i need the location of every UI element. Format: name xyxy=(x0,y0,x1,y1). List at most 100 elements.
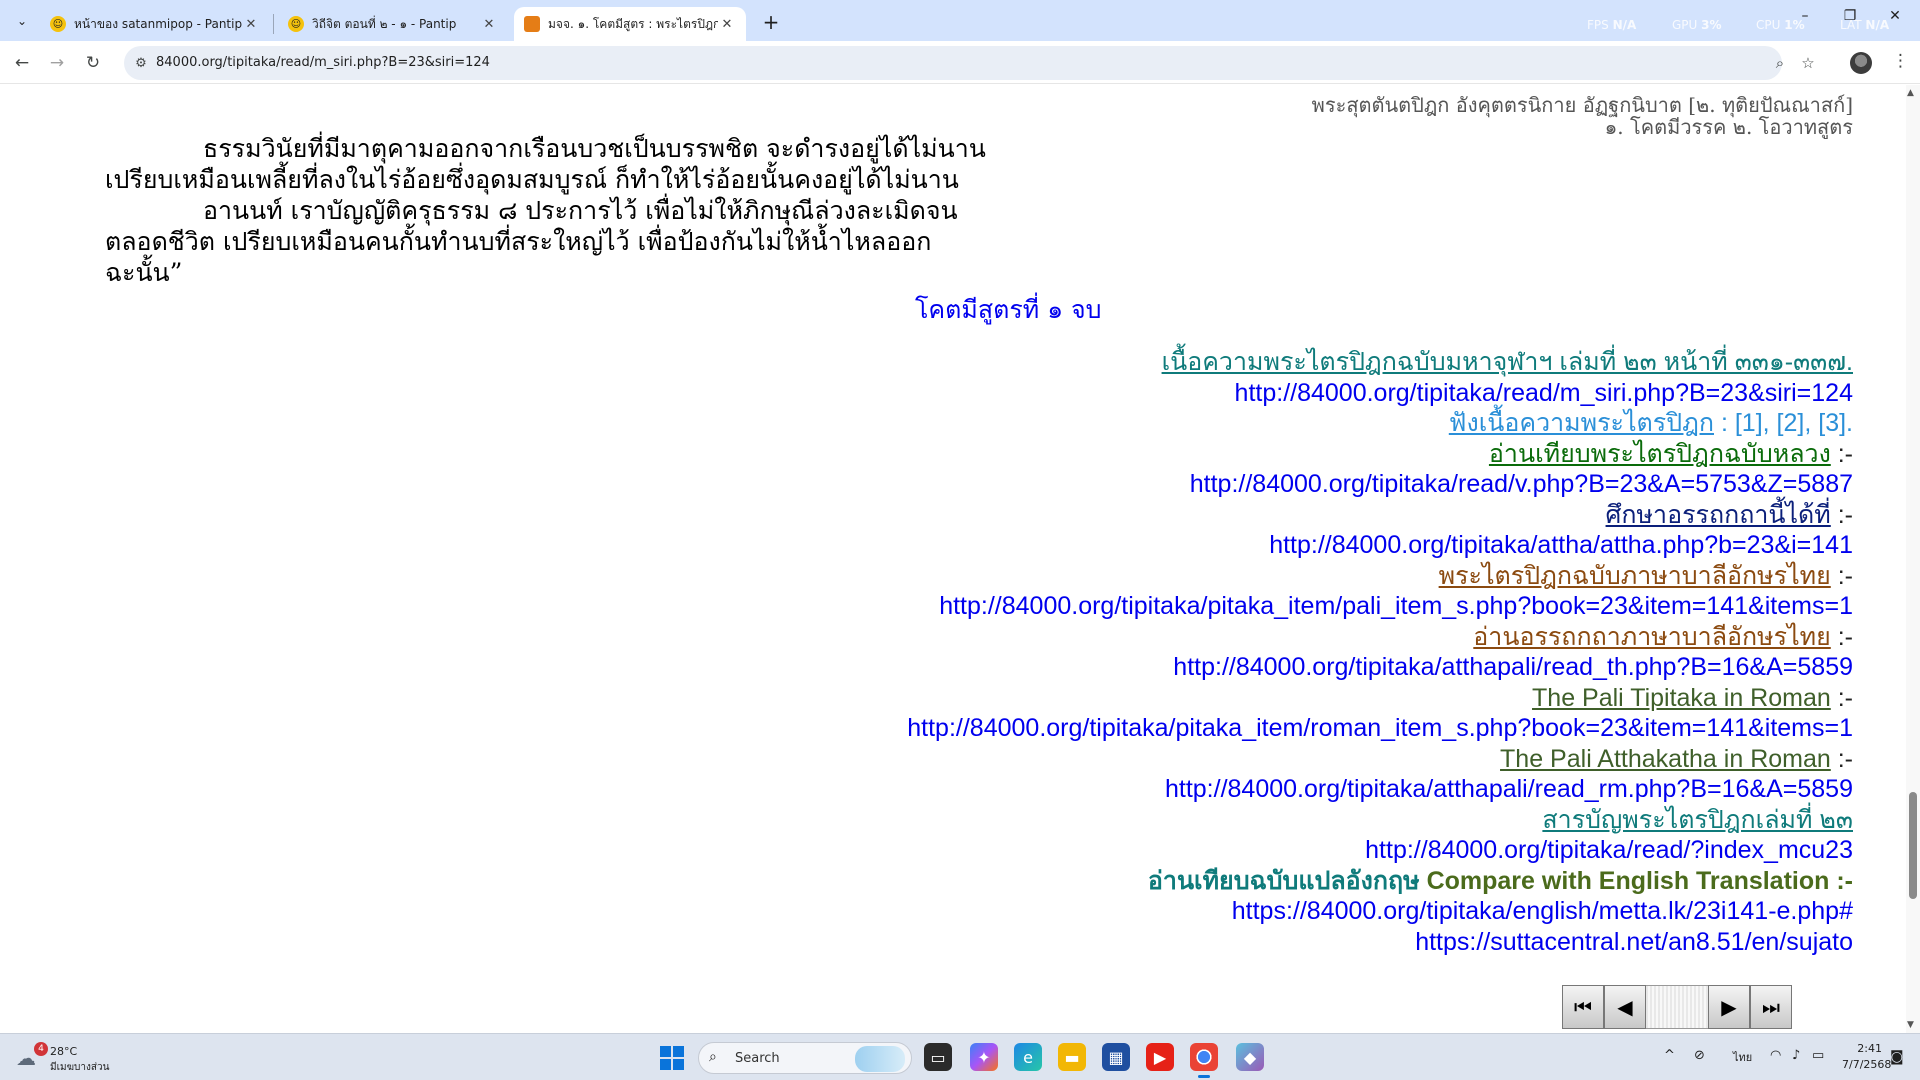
browser-menu-icon[interactable]: ⋮ xyxy=(1892,51,1909,71)
forward-button[interactable]: → xyxy=(43,49,71,77)
windows-start-icon[interactable] xyxy=(660,1046,684,1070)
pali-thai-url[interactable]: http://84000.org/tipitaka/pitaka_item/pa… xyxy=(939,592,1853,620)
pali-thai-link[interactable]: พระไตรปิฎกฉบับภาษาบาลีอักษรไทย xyxy=(1439,562,1831,590)
app-icon[interactable]: ◆ xyxy=(1236,1043,1264,1071)
url-text[interactable]: 84000.org/tipitaka/read/m_siri.php?B=23&… xyxy=(156,55,490,70)
toc-url[interactable]: http://84000.org/tipitaka/read/?index_mc… xyxy=(1365,836,1853,864)
close-icon[interactable]: ✕ xyxy=(242,17,260,32)
edge-icon[interactable]: e xyxy=(1014,1043,1042,1071)
tray-chevron-icon[interactable]: ^ xyxy=(1664,1048,1675,1063)
listen-link-2[interactable]: [2] xyxy=(1777,409,1805,437)
tab-separator xyxy=(273,14,274,34)
skip-first-icon: ⏮ xyxy=(1574,995,1592,1019)
network-off-icon[interactable]: ⊘ xyxy=(1694,1048,1705,1063)
separator-text: :- xyxy=(1830,744,1853,773)
tab-pantip-profile[interactable]: ☺ หน้าของ satanmipop - Pantip ✕ xyxy=(40,7,270,41)
english-metta-url[interactable]: https://84000.org/tipitaka/english/metta… xyxy=(1232,897,1853,925)
profile-avatar[interactable] xyxy=(1850,52,1872,74)
weather-widget[interactable]: ☁ 4 28°C มีเมฆบางส่วน xyxy=(16,1042,136,1074)
scroll-down-icon[interactable]: ▼ xyxy=(1907,1020,1914,1030)
reload-button[interactable]: ↻ xyxy=(79,49,107,77)
mcu-url[interactable]: http://84000.org/tipitaka/read/m_siri.ph… xyxy=(1235,379,1853,407)
file-explorer-icon[interactable]: ▬ xyxy=(1058,1043,1086,1071)
back-button[interactable]: ← xyxy=(8,49,36,77)
prev-icon: ◀ xyxy=(1617,995,1633,1019)
commentary-url[interactable]: http://84000.org/tipitaka/attha/attha.ph… xyxy=(1269,531,1853,559)
new-tab-button[interactable]: + xyxy=(757,8,785,36)
listen-link-1[interactable]: [1] xyxy=(1735,409,1763,437)
pantip-favicon-icon: ☺ xyxy=(288,16,304,32)
zoom-icon[interactable]: ⌕ xyxy=(1770,54,1790,74)
pali-roman-url[interactable]: http://84000.org/tipitaka/pitaka_item/ro… xyxy=(907,714,1853,742)
copilot-icon[interactable]: ✦ xyxy=(970,1043,998,1071)
sutta-end-title: โคตมีสูตรที่ ๑ จบ xyxy=(915,295,1102,324)
next-icon: ▶ xyxy=(1721,995,1737,1019)
tab-search-button[interactable]: ⌄ xyxy=(8,7,36,35)
arrow-right-icon: → xyxy=(49,53,65,73)
search-icon: ⌕ xyxy=(709,1049,717,1065)
listen-link-3[interactable]: [3] xyxy=(1818,409,1846,437)
weather-badge: 4 xyxy=(34,1042,48,1056)
youtube-icon[interactable]: ▶ xyxy=(1146,1043,1174,1071)
close-icon[interactable]: ✕ xyxy=(480,17,498,32)
wifi-icon[interactable]: ◠ xyxy=(1770,1048,1781,1063)
pager-middle xyxy=(1646,985,1708,1029)
store-icon[interactable]: ▦ xyxy=(1102,1043,1130,1071)
address-bar[interactable]: ⚙ 84000.org/tipitaka/read/m_siri.php?B=2… xyxy=(124,46,1815,80)
language-indicator[interactable]: ไทย xyxy=(1733,1048,1752,1066)
separator-text: :- xyxy=(1830,622,1853,651)
battery-icon[interactable]: ▭ xyxy=(1812,1048,1824,1063)
chrome-icon[interactable] xyxy=(1190,1043,1218,1078)
body-line: ตลอดชีวิต เปรียบเหมือนคนกั้นทำนบที่สระให… xyxy=(105,227,932,256)
header-line-1: พระสุตตันตปิฎก อังคุตตรนิกาย อัฏฐกนิบาต … xyxy=(1311,93,1853,117)
system-clock[interactable]: 2:41 7/7/2568 xyxy=(1842,1041,1892,1073)
minimize-icon[interactable]: – xyxy=(1785,8,1825,32)
browser-toolbar: ← → ↻ ⚙ 84000.org/tipitaka/read/m_siri.p… xyxy=(0,41,1920,84)
body-line: เปรียบเหมือนเพลี้ยที่ลงในไร่อ้อยซึ่งอุดม… xyxy=(105,165,959,194)
header-line-2: ๑. โคตมีวรรค ๒. โอวาทสูตร xyxy=(1604,115,1853,139)
taskbar: ☁ 4 28°C มีเมฆบางส่วน ⌕ Search ▭ ✦ e ▬ ▦… xyxy=(0,1033,1920,1080)
task-view-icon[interactable]: ▭ xyxy=(924,1043,952,1071)
scrollbar-thumb[interactable] xyxy=(1909,792,1917,899)
listen-tipitaka-link[interactable]: ฟังเนื้อความพระไตรปิฎก xyxy=(1449,409,1714,437)
atthakatha-roman-url[interactable]: http://84000.org/tipitaka/atthapali/read… xyxy=(1165,775,1853,803)
next-page-button[interactable]: ▶ xyxy=(1708,985,1750,1029)
restore-icon[interactable]: ❐ xyxy=(1830,8,1870,32)
prev-page-button[interactable]: ◀ xyxy=(1604,985,1646,1029)
commentary-link[interactable]: ศึกษาอรรถกถานี้ได้ที่ xyxy=(1606,501,1831,529)
site-settings-icon[interactable]: ⚙ xyxy=(132,54,150,72)
bookmark-star-icon[interactable]: ☆ xyxy=(1798,54,1818,74)
perf-gpu: GPU 3% xyxy=(1672,18,1722,32)
clock-date: 7/7/2568 xyxy=(1842,1058,1892,1071)
tab-pantip-topic[interactable]: ☺ วิถีจิต ตอนที่ ๒ - ๑ - Pantip ✕ xyxy=(278,7,508,41)
document-header: พระสุตตันตปิฎก อังคุตตรนิกาย อัฏฐกนิบาต … xyxy=(1312,94,1853,138)
mcu-content-link[interactable]: เนื้อความพระไตรปิฎกฉบับมหาจุฬาฯ เล่มที่ … xyxy=(1162,348,1853,376)
taskbar-search[interactable]: ⌕ Search xyxy=(698,1042,912,1074)
separator-text: :- xyxy=(1830,439,1853,468)
tab-tipitaka-active[interactable]: มจจ. ๑. โคตมีสูตร : พระไตรปิฎกเล่มที่ ✕ xyxy=(514,7,746,41)
first-page-button[interactable]: ⏮ xyxy=(1562,985,1604,1029)
pali-commentary-thai-url[interactable]: http://84000.org/tipitaka/atthapali/read… xyxy=(1173,653,1853,681)
window-close-icon[interactable]: ✕ xyxy=(1875,8,1915,32)
toc-link[interactable]: สารบัญพระไตรปิฎกเล่มที่ ๒๓ xyxy=(1542,806,1853,834)
compare-thai-label: อ่านเทียบฉบับแปลอังกฤษ xyxy=(1147,866,1420,895)
royal-edition-url[interactable]: http://84000.org/tipitaka/read/v.php?B=2… xyxy=(1190,470,1853,498)
tab-title: มจจ. ๑. โคตมีสูตร : พระไตรปิฎกเล่มที่ xyxy=(548,16,718,31)
body-line: ฉะนั้น” xyxy=(105,258,183,287)
atthakatha-roman-link[interactable]: The Pali Atthakatha in Roman xyxy=(1500,745,1831,773)
royal-edition-link[interactable]: อ่านเทียบพระไตรปิฎกฉบับหลวง xyxy=(1489,440,1831,468)
suttacentral-url[interactable]: https://suttacentral.net/an8.51/en/sujat… xyxy=(1415,928,1853,956)
last-page-button[interactable]: ⏭ xyxy=(1750,985,1792,1029)
scroll-up-icon[interactable]: ▲ xyxy=(1907,88,1914,98)
pali-commentary-thai-link[interactable]: อ่านอรรถกถาภาษาบาลีอักษรไทย xyxy=(1473,623,1830,651)
page-navigator: ⏮ ◀ ▶ ⏭ xyxy=(1562,985,1792,1029)
tipitaka-favicon-icon xyxy=(524,16,540,32)
volume-icon[interactable]: ♪ xyxy=(1792,1048,1800,1063)
separator-text: : xyxy=(1714,409,1735,437)
page-content: พระสุตตันตปิฎก อังคุตตรนิกาย อัฏฐกนิบาต … xyxy=(0,85,1906,1033)
chevron-down-icon: ⌄ xyxy=(16,14,28,28)
pali-roman-link[interactable]: The Pali Tipitaka in Roman xyxy=(1532,684,1831,712)
notification-icon[interactable]: ◙ xyxy=(1890,1049,1904,1065)
search-highlight-icon xyxy=(855,1046,905,1072)
close-icon[interactable]: ✕ xyxy=(718,17,736,32)
